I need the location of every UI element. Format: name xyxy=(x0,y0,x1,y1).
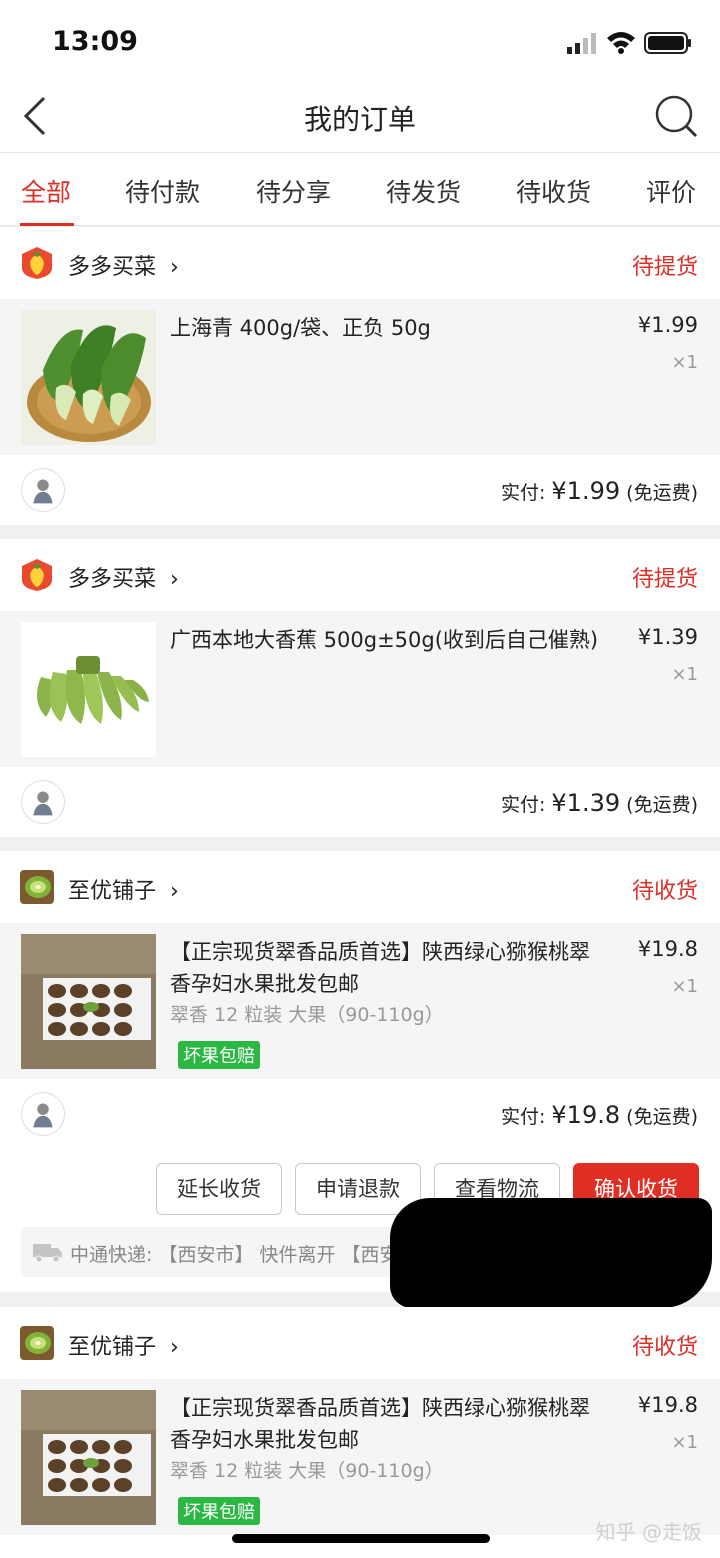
status-time: 13:09 xyxy=(52,26,138,57)
shop-name: 至优铺子 › xyxy=(68,879,179,904)
tab-pending-share[interactable]: 待分享 xyxy=(256,173,331,209)
chevron-right-icon: › xyxy=(170,567,179,592)
tab-pending-receipt[interactable]: 待收货 xyxy=(516,173,591,209)
payment-total: 实付: ¥1.39 (免运费) xyxy=(500,789,698,817)
product-image xyxy=(21,934,156,1069)
signal-icon xyxy=(567,33,596,54)
shop-row[interactable]: 多多买菜 › 待提货 xyxy=(0,227,720,299)
product-title: 广西本地大香蕉 500g±50g(收到后自己催熟) xyxy=(170,628,599,652)
home-indicator[interactable] xyxy=(232,1534,490,1543)
payment-row: 实付: ¥1.99 (免运费) xyxy=(0,455,720,525)
product-title: 【正宗现货翠香品质首选】陕西绿心猕猴桃翠香孕妇水果批发包邮 xyxy=(170,1396,590,1452)
order-tabs: 全部 待付款 待分享 待发货 待收货 评价 xyxy=(0,152,720,226)
product-spec: 翠香 12 粒装 大果（90-110g） xyxy=(170,1460,444,1482)
payment-total: 实付: ¥1.99 (免运费) xyxy=(500,477,698,505)
order-status: 待提货 xyxy=(631,255,698,280)
order-card: 多多买菜 › 待提货 上海青 400g/袋、正负 50g ¥1.99 ×1 实付… xyxy=(0,227,720,525)
tab-pending-payment[interactable]: 待付款 xyxy=(125,173,200,209)
product-price: ¥1.99 xyxy=(637,313,698,337)
shop-row[interactable]: 至优铺子 › 待收货 xyxy=(0,851,720,923)
payment-row: 实付: ¥1.39 (免运费) xyxy=(0,767,720,837)
chevron-right-icon: › xyxy=(170,879,179,904)
shop-name: 多多买菜 › xyxy=(68,255,179,280)
product-price: ¥19.8 xyxy=(637,1393,698,1417)
shop-logo-icon xyxy=(20,1326,54,1360)
shop-row[interactable]: 多多买菜 › 待提货 xyxy=(0,539,720,611)
shop-row[interactable]: 至优铺子 › 待收货 xyxy=(0,1307,720,1379)
watermark: 知乎 @走饭 xyxy=(595,1520,702,1544)
page-title: 我的订单 xyxy=(303,103,416,136)
shop-name: 至优铺子 › xyxy=(68,1335,179,1360)
product-quantity: ×1 xyxy=(671,664,698,685)
chevron-right-icon: › xyxy=(170,255,179,280)
product-image xyxy=(21,622,156,757)
redaction-mark xyxy=(390,1198,712,1308)
battery-icon xyxy=(644,32,691,54)
user-avatar xyxy=(21,468,65,512)
user-avatar xyxy=(21,780,65,824)
order-status: 待收货 xyxy=(631,879,698,904)
product-price: ¥19.8 xyxy=(637,937,698,961)
order-item[interactable]: 上海青 400g/袋、正负 50g ¥1.99 ×1 xyxy=(0,299,720,455)
truck-icon xyxy=(33,1244,62,1263)
payment-total: 实付: ¥19.8 (免运费) xyxy=(500,1101,698,1129)
user-avatar xyxy=(21,1092,65,1136)
shop-logo-icon xyxy=(22,247,52,279)
product-spec: 翠香 12 粒装 大果（90-110g） xyxy=(170,1004,444,1026)
shop-name: 多多买菜 › xyxy=(68,567,179,592)
tab-all[interactable]: 全部 xyxy=(21,173,71,209)
shop-logo-icon xyxy=(20,870,54,904)
guarantee-badge: 坏果包赔 xyxy=(178,1041,260,1069)
active-tab-indicator xyxy=(20,223,74,226)
order-item[interactable]: 【正宗现货翠香品质首选】陕西绿心猕猴桃翠香孕妇水果批发包邮 翠香 12 粒装 大… xyxy=(0,1379,720,1535)
tab-review[interactable]: 评价 xyxy=(646,173,696,209)
guarantee-badge: 坏果包赔 xyxy=(178,1497,260,1525)
tab-pending-shipment[interactable]: 待发货 xyxy=(386,173,461,209)
wifi-icon xyxy=(607,32,635,54)
order-status: 待收货 xyxy=(631,1335,698,1360)
order-card: 多多买菜 › 待提货 广西本地大香蕉 500g±50g(收到后自己催熟) ¥1.… xyxy=(0,539,720,837)
order-status: 待提货 xyxy=(631,567,698,592)
product-quantity: ×1 xyxy=(671,352,698,373)
product-quantity: ×1 xyxy=(671,1432,698,1453)
product-price: ¥1.39 xyxy=(637,625,698,649)
product-image xyxy=(21,1390,156,1525)
status-bar: 13:09 xyxy=(0,0,720,84)
order-item[interactable]: 【正宗现货翠香品质首选】陕西绿心猕猴桃翠香孕妇水果批发包邮 翠香 12 粒装 大… xyxy=(0,923,720,1079)
product-title: 上海青 400g/袋、正负 50g xyxy=(170,316,431,340)
shop-logo-icon xyxy=(22,559,52,591)
chevron-right-icon: › xyxy=(170,1335,179,1360)
product-title: 【正宗现货翠香品质首选】陕西绿心猕猴桃翠香孕妇水果批发包邮 xyxy=(170,940,590,996)
payment-row: 实付: ¥19.8 (免运费) xyxy=(0,1079,720,1149)
extend-receipt-button[interactable]: 延长收货 xyxy=(156,1163,282,1215)
product-image xyxy=(21,310,156,445)
search-icon[interactable] xyxy=(654,94,698,138)
request-refund-button[interactable]: 申请退款 xyxy=(295,1163,421,1215)
nav-bar: 我的订单 xyxy=(0,84,720,152)
order-item[interactable]: 广西本地大香蕉 500g±50g(收到后自己催熟) ¥1.39 ×1 xyxy=(0,611,720,767)
product-quantity: ×1 xyxy=(671,976,698,997)
